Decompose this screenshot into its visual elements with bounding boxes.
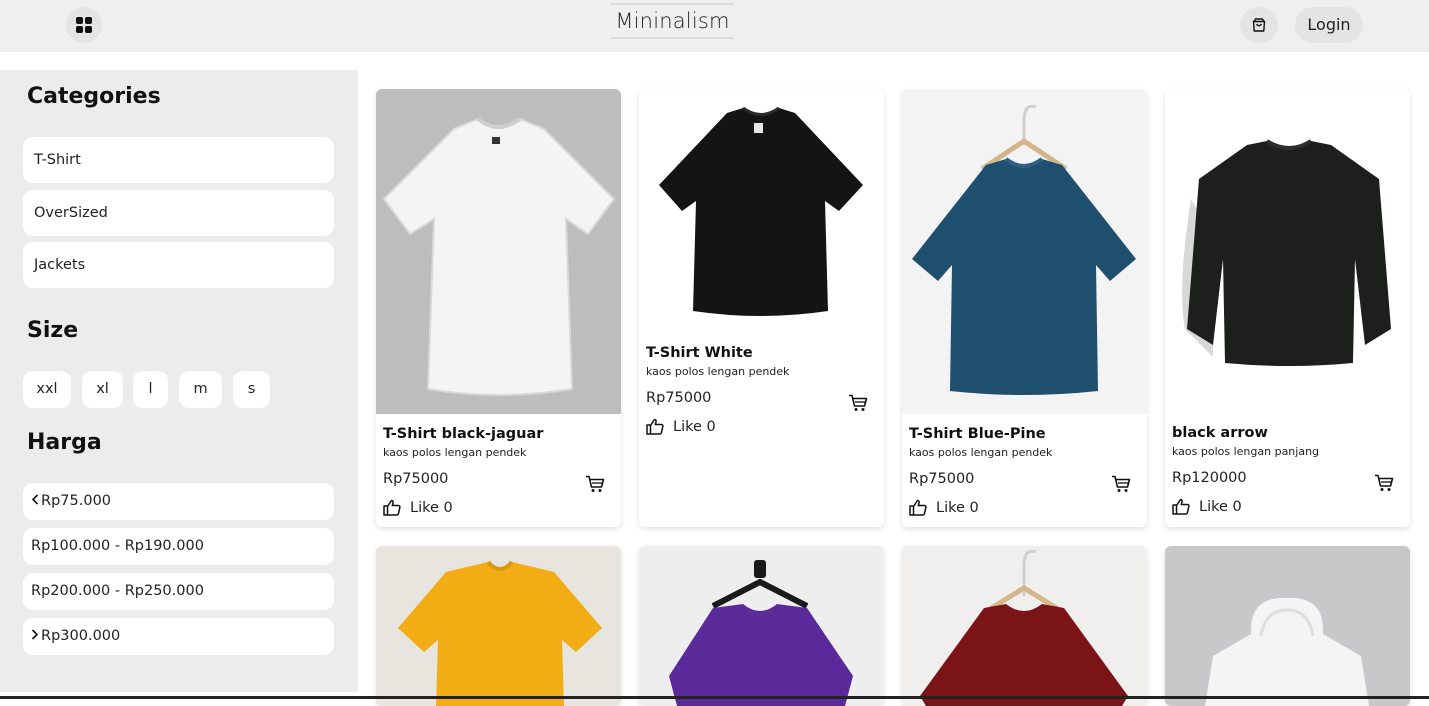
price-option-200000-250000[interactable]: Rp200.000 - Rp250.000 [23, 573, 334, 610]
size-option-s[interactable]: s [233, 371, 270, 408]
product-card[interactable] [639, 546, 884, 706]
top-navbar: Mininalism Login [0, 0, 1429, 52]
add-to-cart-button[interactable] [1374, 474, 1396, 494]
thumbs-up-icon [646, 418, 664, 435]
tshirt-image [398, 560, 602, 706]
tshirt-image [912, 104, 1136, 395]
menu-button[interactable] [66, 7, 102, 43]
sweater-image [1182, 139, 1391, 366]
price-option-under-75000[interactable]: Rp75.000 [23, 483, 334, 520]
category-item-tshirt[interactable]: T-Shirt [23, 137, 334, 183]
price-option-label: Rp75.000 [41, 493, 112, 509]
product-title[interactable]: black arrow [1172, 425, 1268, 441]
like-button[interactable]: Like 0 [1172, 498, 1242, 515]
price-heading: Harga [27, 430, 102, 455]
cart-icon [1112, 475, 1131, 492]
category-item-jackets[interactable]: Jackets [23, 242, 334, 288]
like-button[interactable]: Like 0 [909, 499, 979, 516]
product-card[interactable]: T-Shirt black-jaguar kaos polos lengan p… [376, 89, 621, 527]
product-image[interactable] [639, 89, 884, 334]
size-option-xl[interactable]: xl [82, 371, 123, 408]
product-card[interactable] [376, 546, 621, 706]
chevron-right-icon [31, 618, 39, 655]
product-title[interactable]: T-Shirt White [646, 345, 753, 361]
product-description: kaos polos lengan panjang [1172, 445, 1320, 458]
tshirt-image [382, 117, 616, 396]
product-card[interactable] [902, 546, 1147, 706]
like-count: Like 0 [673, 418, 716, 435]
like-button[interactable]: Like 0 [383, 499, 453, 516]
product-price: Rp120000 [1172, 470, 1247, 486]
brand-title[interactable]: Mininalism [611, 3, 734, 39]
tshirt-image [920, 549, 1128, 706]
grid-icon [76, 17, 92, 33]
product-price: Rp75000 [383, 471, 449, 487]
thumbs-up-icon [909, 499, 927, 516]
login-button[interactable]: Login [1295, 7, 1363, 43]
product-description: kaos polos lengan pendek [383, 446, 527, 459]
cart-icon [849, 394, 868, 411]
product-image[interactable] [376, 89, 621, 414]
like-count: Like 0 [410, 499, 453, 516]
hoodie-image [1205, 597, 1369, 706]
tshirt-image [669, 560, 853, 706]
product-image[interactable] [1165, 89, 1410, 414]
thumbs-up-icon [383, 499, 401, 516]
price-option-label: Rp300.000 [41, 628, 121, 644]
product-description: kaos polos lengan pendek [646, 365, 790, 378]
chevron-left-icon [31, 483, 39, 520]
thumbs-up-icon [1172, 498, 1190, 515]
cart-icon [1375, 474, 1394, 491]
product-title[interactable]: T-Shirt black-jaguar [383, 426, 543, 442]
product-title[interactable]: T-Shirt Blue-Pine [909, 426, 1046, 442]
price-option-label: Rp200.000 - Rp250.000 [31, 583, 204, 599]
like-count: Like 0 [1199, 498, 1242, 515]
categories-heading: Categories [27, 84, 161, 109]
cart-button[interactable] [1240, 7, 1278, 43]
like-count: Like 0 [936, 499, 979, 516]
size-heading: Size [27, 318, 79, 343]
product-card[interactable] [1165, 546, 1410, 706]
like-button[interactable]: Like 0 [646, 418, 716, 435]
size-option-m[interactable]: m [179, 371, 222, 408]
product-image[interactable] [902, 546, 1147, 706]
product-image[interactable] [376, 546, 621, 706]
product-card[interactable]: T-Shirt White kaos polos lengan pendek R… [639, 89, 884, 527]
shopping-bag-icon [1252, 18, 1266, 32]
product-price: Rp75000 [646, 390, 712, 406]
filter-sidebar: Categories T-Shirt OverSized Jackets Siz… [0, 70, 358, 692]
product-description: kaos polos lengan pendek [909, 446, 1053, 459]
cart-icon [586, 475, 605, 492]
product-image[interactable] [902, 89, 1147, 414]
product-price: Rp75000 [909, 471, 975, 487]
price-option-label: Rp100.000 - Rp190.000 [31, 538, 204, 554]
product-image[interactable] [1165, 546, 1410, 706]
add-to-cart-button[interactable] [585, 475, 607, 495]
tshirt-image [659, 106, 863, 316]
product-image[interactable] [639, 546, 884, 706]
product-card[interactable]: T-Shirt Blue-Pine kaos polos lengan pend… [902, 89, 1147, 527]
add-to-cart-button[interactable] [1111, 475, 1133, 495]
product-card[interactable]: black arrow kaos polos lengan panjang Rp… [1165, 89, 1410, 527]
add-to-cart-button[interactable] [848, 394, 870, 414]
category-item-oversized[interactable]: OverSized [23, 190, 334, 236]
size-option-xxl[interactable]: xxl [23, 371, 71, 408]
size-option-l[interactable]: l [133, 371, 168, 408]
price-option-100000-190000[interactable]: Rp100.000 - Rp190.000 [23, 528, 334, 565]
price-option-over-300000[interactable]: Rp300.000 [23, 618, 334, 655]
